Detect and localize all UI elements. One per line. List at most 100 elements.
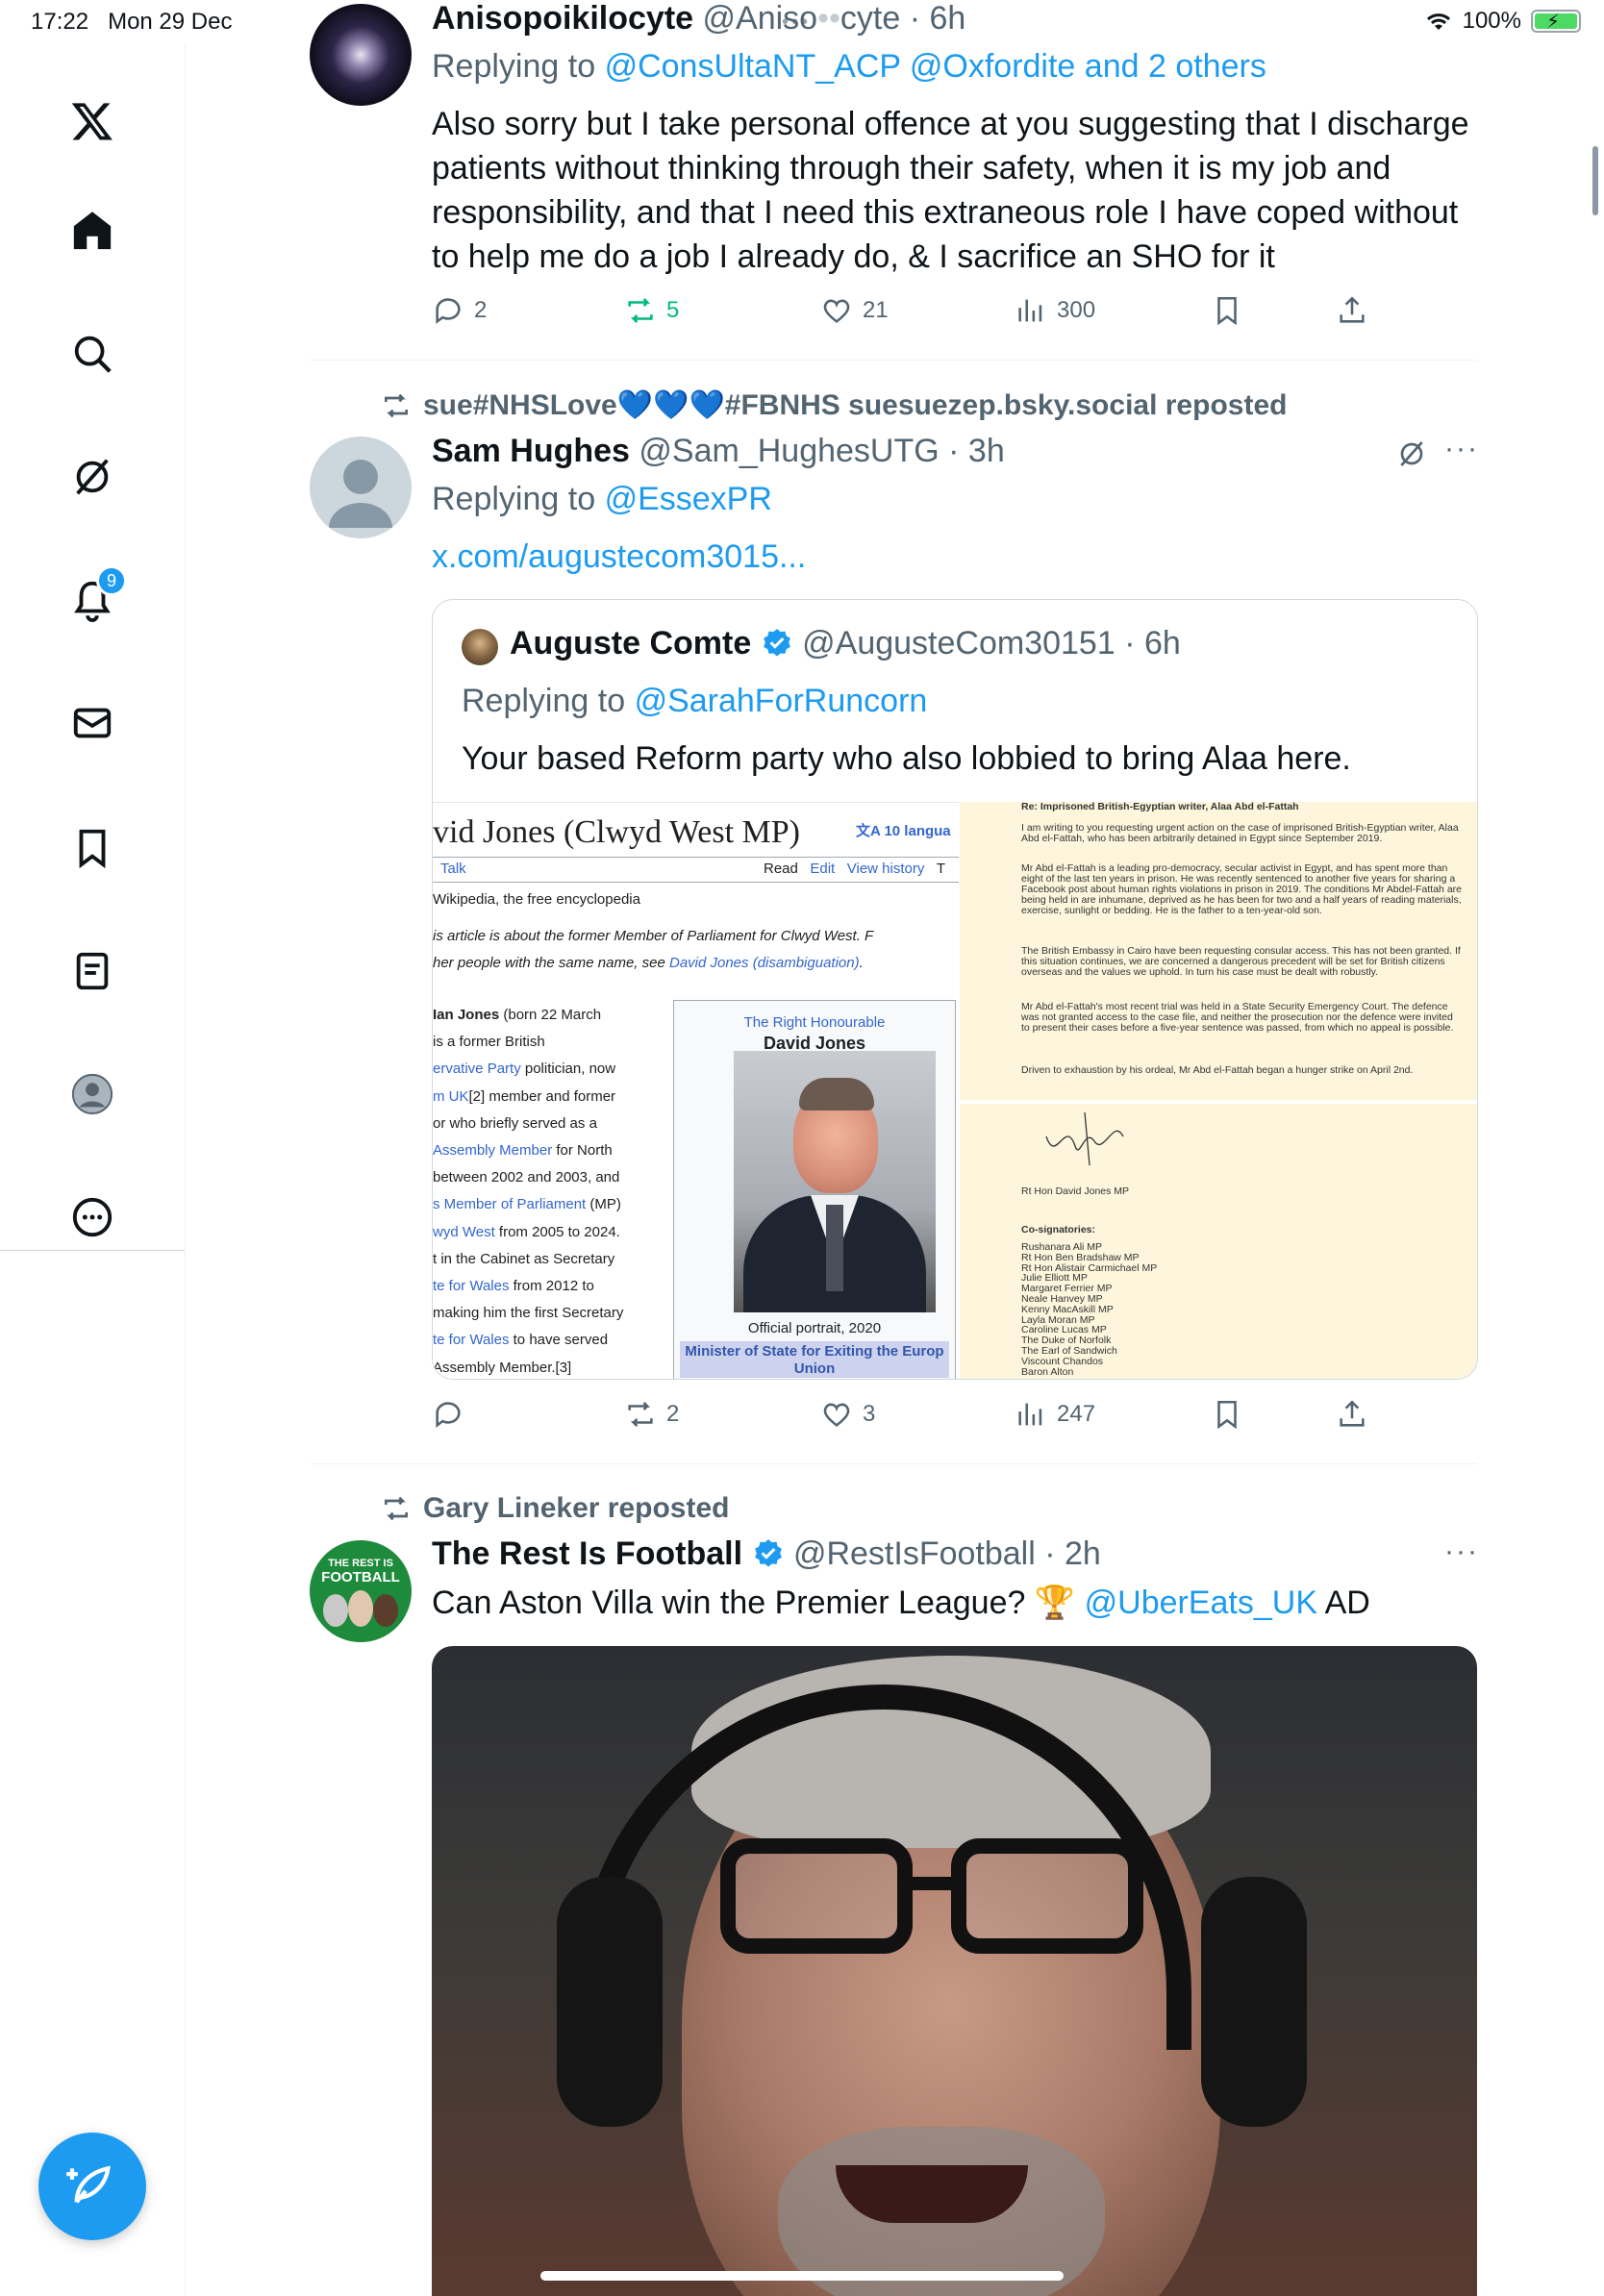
quote-avatar[interactable]	[462, 629, 498, 665]
wiki-body-line: Ian Jones (born 22 March	[433, 1007, 602, 1023]
tweet-divider	[310, 1463, 1477, 1464]
letter-para-3: The British Embassy in Cairo have been r…	[1021, 945, 1461, 978]
home-indicator[interactable]	[540, 2271, 1064, 2281]
repost-button[interactable]: 2	[624, 1398, 679, 1431]
quote-display-name[interactable]: Auguste Comte	[510, 625, 751, 661]
more-options-button[interactable]: ···	[1444, 433, 1479, 465]
replying-to-link[interactable]: @ConsUltaNT_ACP @Oxfordite and 2 others	[605, 48, 1266, 85]
letter-screenshot-image[interactable]: Re: Imprisoned British-Egyptian writer, …	[960, 802, 1477, 1379]
letter-para-4: Mr Abd el-Fattah's most recent trial was…	[1021, 1001, 1454, 1034]
home-icon[interactable]	[63, 202, 121, 260]
more-icon[interactable]	[63, 1188, 121, 1246]
views-icon	[1018, 1403, 1042, 1426]
wiki-body-line: wyd West from 2005 to 2024.	[433, 1223, 620, 1240]
battery-icon: ⚡	[1531, 10, 1581, 33]
share-button[interactable]	[1336, 1398, 1368, 1431]
quote-replying-to-link[interactable]: @SarahForRuncorn	[635, 683, 928, 719]
grok-icon[interactable]	[63, 448, 121, 506]
letter-cosign-label: Co-signatories:	[1021, 1224, 1096, 1235]
battery-percent: 100%	[1462, 8, 1521, 34]
letter-para-5: Driven to exhaustion by his ordeal, Mr A…	[1021, 1064, 1414, 1076]
wiki-hatnote-2: her people with the same name, see David…	[433, 955, 864, 971]
repost-indicator[interactable]: Gary Lineker reposted	[381, 1492, 729, 1525]
display-name[interactable]: Anisopoikilocyte	[432, 0, 693, 37]
tweet-divider	[310, 360, 1477, 361]
display-name[interactable]: Sam Hughes	[432, 433, 630, 469]
letter-cosigner: Rt Hon Alistair Carmichael MP	[1021, 1261, 1158, 1274]
more-options-button[interactable]: ···	[1444, 1535, 1479, 1568]
quote-text: Your based Reform party who also lobbied…	[462, 740, 1351, 777]
handle[interactable]: @Sam_HughesUTG	[639, 433, 939, 469]
tweet-header: Sam Hughes @Sam_HughesUTG · 3h	[432, 433, 1005, 470]
lists-icon[interactable]	[63, 942, 121, 1000]
verified-badge-icon	[754, 1539, 782, 1567]
like-button[interactable]: 21	[820, 294, 889, 327]
wifi-icon	[1426, 13, 1450, 30]
tweet-header: Anisopoikilocyte @Aniso••cyte · 6h	[432, 0, 965, 37]
letter-para-1: I am writing to you requesting urgent ac…	[1021, 822, 1459, 844]
quote-timestamp[interactable]: · 6h	[1124, 625, 1181, 661]
avatar[interactable]: THE REST IS FOOTBALL	[310, 1540, 412, 1642]
reply-icon	[436, 1402, 461, 1428]
repost-icon	[385, 1496, 408, 1521]
portrait-image	[734, 1051, 936, 1312]
avatar[interactable]	[310, 437, 412, 538]
mail-icon[interactable]	[63, 694, 121, 752]
repost-icon	[628, 298, 653, 323]
views-button[interactable]: 300	[1015, 294, 1095, 327]
tweet-text: Also sorry but I take personal offence a…	[432, 106, 1469, 275]
replying-to: Replying to @ConsUltaNT_ACP @Oxfordite a…	[432, 48, 1266, 85]
wiki-languages: 文A 10 langua	[856, 823, 951, 839]
timestamp[interactable]: · 6h	[910, 0, 966, 37]
quote-header: Auguste Comte @AugusteCom30151 · 6h	[510, 625, 1181, 662]
bookmark-button[interactable]	[1211, 294, 1243, 327]
quote-replying-to: Replying to @SarahForRuncorn	[462, 683, 928, 719]
tweet-header: The Rest Is Football @RestIsFootball · 2…	[432, 1535, 1101, 1573]
timestamp[interactable]: · 2h	[1044, 1535, 1101, 1572]
handle[interactable]: @Aniso••cyte	[703, 0, 901, 37]
reply-button[interactable]: 2	[432, 294, 487, 327]
replying-to: Replying to @EssexPR	[432, 481, 772, 517]
share-button[interactable]	[1336, 294, 1368, 327]
bookmark-icon[interactable]	[63, 819, 121, 877]
tweet-text: Can Aston Villa win the Premier League? …	[432, 1585, 1370, 1621]
avatar[interactable]	[310, 4, 412, 106]
bell-icon[interactable]: 9	[63, 565, 127, 629]
compose-button[interactable]	[38, 2133, 146, 2240]
letter-signer: Rt Hon David Jones MP	[1021, 1185, 1130, 1197]
profile-icon[interactable]	[63, 1065, 121, 1123]
tweet-link[interactable]: x.com/augustecom3015...	[432, 538, 806, 576]
views-button[interactable]: 247	[1015, 1398, 1095, 1431]
repost-indicator[interactable]: sue#NHSLove💙💙💙#FBNHS suesuezep.bsky.soci…	[381, 388, 1287, 422]
quoted-tweet[interactable]: Auguste Comte @AugusteCom30151 · 6h Repl…	[432, 599, 1478, 1380]
replying-to-link[interactable]: @EssexPR	[605, 481, 772, 517]
repost-button[interactable]: 5	[624, 294, 679, 327]
timestamp[interactable]: · 3h	[948, 433, 1005, 469]
search-icon[interactable]	[63, 325, 121, 383]
display-name[interactable]: The Rest Is Football	[432, 1535, 742, 1572]
wiki-body-line: Assembly Member for North	[433, 1142, 613, 1159]
letter-para-2: Mr Abd el-Fattah is a leading pro-democr…	[1021, 862, 1462, 916]
scrollbar[interactable]	[1592, 146, 1598, 215]
wiki-body-line: Assembly Member.[3]	[433, 1359, 572, 1376]
wiki-body-line: is a former British	[433, 1034, 545, 1051]
x-logo-icon[interactable]	[63, 92, 121, 150]
sidebar: 9	[0, 44, 186, 2296]
signature-mark	[1045, 1111, 1124, 1166]
like-button[interactable]: 3	[820, 1398, 875, 1431]
wikipedia-screenshot-image[interactable]: vid Jones (Clwyd West MP) 文A 10 langua T…	[433, 802, 959, 1379]
wiki-body-line: t in the Cabinet as Secretary	[433, 1250, 615, 1267]
heart-icon	[823, 1403, 850, 1427]
reply-button[interactable]	[432, 1398, 474, 1431]
wiki-body-line: te for Wales from 2012 to	[433, 1278, 594, 1294]
wiki-hatnote-1: is article is about the former Member of…	[433, 928, 874, 944]
status-time: 17:22 Mon 29 Dec	[31, 9, 233, 35]
grok-icon[interactable]	[1396, 438, 1427, 469]
mention-link[interactable]: @UberEats_UK	[1085, 1585, 1317, 1621]
video-player[interactable]	[432, 1646, 1477, 2296]
bookmark-button[interactable]	[1211, 1398, 1243, 1431]
repost-icon	[385, 393, 408, 417]
wiki-tabs: Read Edit View history T	[764, 861, 946, 877]
quote-handle[interactable]: @AugusteCom30151	[802, 625, 1115, 661]
handle[interactable]: @RestIsFootball	[793, 1535, 1036, 1572]
